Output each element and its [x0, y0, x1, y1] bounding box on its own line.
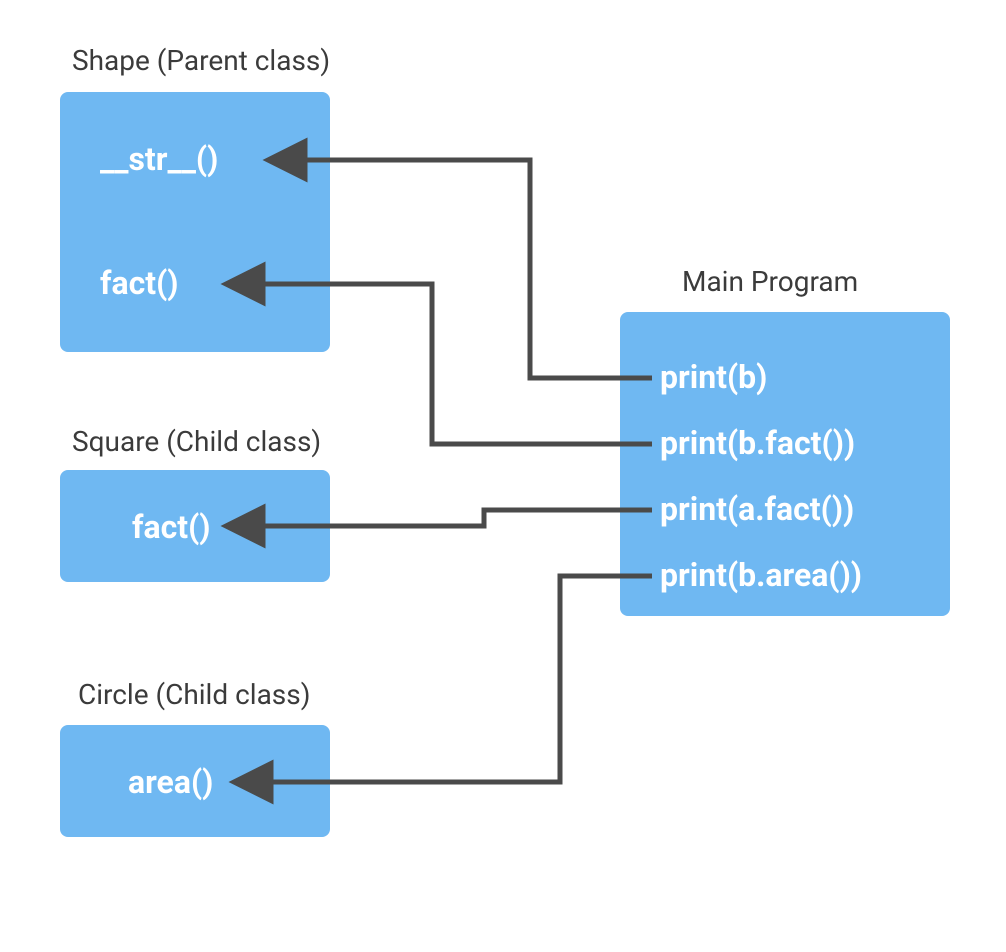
edge-print-b-to-str: [270, 160, 652, 378]
edge-print-barea-to-circle-area: [236, 576, 652, 782]
edge-print-bfact-to-shape-fact: [228, 284, 652, 444]
edge-print-afact-to-square-fact: [228, 510, 652, 526]
connectors: [0, 0, 1006, 952]
diagram-canvas: Shape (Parent class) __str__() fact() Sq…: [0, 0, 1006, 952]
